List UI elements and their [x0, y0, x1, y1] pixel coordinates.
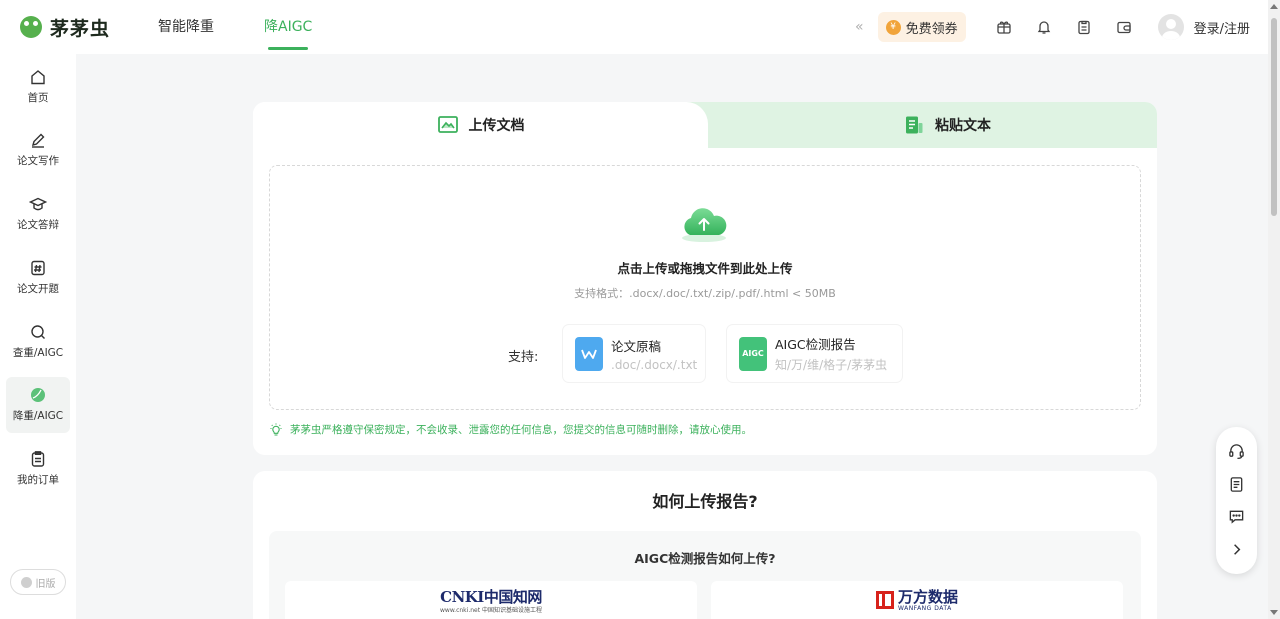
- bug-logo-icon: [20, 16, 42, 38]
- support-card-sources: 知/万/维/格子/茅茅虫: [775, 358, 888, 372]
- support-label: 支持:: [508, 350, 539, 365]
- sidebar-item-label: 论文答辩: [17, 219, 59, 232]
- wallet-icon[interactable]: [1116, 19, 1132, 35]
- wanfang-logo-sub: WANFANG DATA: [897, 604, 952, 612]
- floating-toolbar: [1216, 427, 1257, 574]
- paste-text-icon: [906, 116, 923, 134]
- chat-icon[interactable]: [1228, 508, 1245, 525]
- support-card-name: 论文原稿: [611, 338, 662, 354]
- upload-card: 上传文档 粘贴文本 点击上传或拖拽文件到此处上传 支持格式：.docx/.doc…: [253, 102, 1157, 455]
- login-register-link[interactable]: 登录/注册: [1194, 18, 1250, 37]
- coupon-icon: ¥: [885, 19, 901, 35]
- magnifier-icon: [31, 324, 45, 339]
- avatar[interactable]: [1157, 14, 1184, 40]
- how-to-title: 如何上传报告?: [652, 492, 758, 511]
- lightbulb-icon: [270, 423, 282, 436]
- sidebar-item-defense[interactable]: 论文答辩: [6, 186, 70, 242]
- bell-icon[interactable]: [1036, 19, 1052, 35]
- leaf-icon: [31, 388, 45, 403]
- old-version-button[interactable]: 旧版: [10, 569, 66, 595]
- chevron-right-icon[interactable]: [1228, 541, 1245, 558]
- brand-name: 茅茅虫: [50, 17, 111, 40]
- aigc-report-icon: AIGC: [739, 336, 767, 371]
- sidebar-item-label: 查重/AIGC: [12, 346, 64, 359]
- document-icon[interactable]: [1228, 476, 1245, 493]
- cnki-logo-sub: www.cnki.net 中国知识基础设施工程: [440, 607, 542, 614]
- sidebar-item-orders[interactable]: 我的订单: [6, 441, 70, 497]
- support-card-thesis: 论文原稿 .doc/.docx/.txt: [563, 325, 705, 382]
- double-chevron-left-icon[interactable]: «: [855, 19, 864, 35]
- upload-tabs: 上传文档 粘贴文本: [253, 102, 1157, 148]
- how-to-panel: AIGC检测报告如何上传? CNKI中国知网 www.cnki.net 中国知识…: [269, 531, 1141, 619]
- how-to-subtitle: AIGC检测报告如何上传?: [634, 551, 776, 566]
- sidebar-item-label: 首页: [27, 91, 49, 104]
- wanfang-option[interactable]: 万方数据 WANFANG DATA: [711, 581, 1123, 619]
- tab-paste-label: 粘贴文本: [935, 118, 991, 134]
- scroll-thumb[interactable]: [1271, 18, 1277, 216]
- nav-smart-rewrite[interactable]: 智能降重: [158, 0, 214, 54]
- order-icon: [31, 451, 45, 467]
- tab-paste-text[interactable]: 粘贴文本: [737, 102, 1157, 148]
- home-icon: [31, 69, 45, 84]
- privacy-notice: 茅茅虫严格遵守保密规定，不会收录、泄露您的任何信息，您提交的信息可随时删除，请放…: [269, 422, 752, 437]
- wanfang-mark-icon: [875, 591, 894, 609]
- old-version-icon: [20, 576, 32, 588]
- gift-icon[interactable]: [996, 19, 1012, 35]
- how-to-upload-card: 如何上传报告? AIGC检测报告如何上传? CNKI中国知网 www.cnki.…: [253, 471, 1157, 619]
- main-nav: 智能降重 降AIGC: [158, 0, 362, 54]
- word-doc-icon: [575, 336, 603, 371]
- hash-icon: [31, 260, 45, 276]
- scroll-up-arrow-icon[interactable]: [1270, 4, 1278, 9]
- tab-upload-label: 上传文档: [468, 118, 525, 134]
- support-card-formats: .doc/.docx/.txt: [611, 357, 698, 372]
- graduation-cap-icon: [29, 197, 47, 211]
- sidebar-item-proposal[interactable]: 论文开题: [6, 249, 70, 305]
- wanfang-logo-text: 万方数据: [897, 587, 958, 606]
- sidebar-item-check-aigc[interactable]: 查重/AIGC: [6, 313, 70, 369]
- pen-icon: [31, 133, 45, 148]
- cnki-logo: CNKI中国知网 www.cnki.net 中国知识基础设施工程: [440, 586, 542, 614]
- upload-doc-icon: [437, 116, 458, 133]
- sidebar-item-reduce-aigc[interactable]: 降重/AIGC: [6, 376, 70, 433]
- sidebar-item-label: 降重/AIGC: [12, 410, 64, 423]
- support-card-aigc-report: AIGC AIGC检测报告 知/万/维/格子/茅茅虫: [727, 325, 902, 382]
- sidebar-item-label: 我的订单: [17, 474, 59, 487]
- top-bar: 茅茅虫 智能降重 降AIGC « ¥ 免费领券 登录/注册: [0, 0, 1268, 54]
- file-dropzone[interactable]: 点击上传或拖拽文件到此处上传 支持格式：.docx/.doc/.txt/.zip…: [269, 165, 1141, 410]
- wanfang-logo: 万方数据 WANFANG DATA: [875, 587, 958, 612]
- scroll-down-arrow-icon[interactable]: [1270, 610, 1278, 615]
- nav-reduce-aigc[interactable]: 降AIGC: [264, 0, 312, 54]
- sidebar-item-label: 论文写作: [17, 155, 59, 168]
- privacy-notice-text: 茅茅虫严格遵守保密规定，不会收录、泄露您的任何信息，您提交的信息可随时删除，请放…: [290, 424, 752, 436]
- coupon-label: 免费领券: [905, 21, 958, 37]
- cnki-option[interactable]: CNKI中国知网 www.cnki.net 中国知识基础设施工程: [285, 581, 697, 619]
- dropzone-title: 点击上传或拖拽文件到此处上传: [617, 261, 793, 276]
- cloud-upload-icon: [682, 208, 727, 242]
- tab-upload-document[interactable]: 上传文档: [253, 102, 708, 148]
- top-right-tools: « ¥ 免费领券 登录/注册: [855, 12, 1250, 42]
- headset-icon[interactable]: [1228, 443, 1245, 460]
- cnki-logo-text: CNKI中国知网: [440, 588, 542, 606]
- sidebar-item-label: 论文开题: [17, 282, 59, 295]
- sidebar: 首页 论文写作 论文答辩 论文开题 查重/AIGC 降重/AIGC 我的订单 旧…: [0, 54, 76, 619]
- clipboard-icon[interactable]: [1076, 19, 1092, 35]
- brand-logo[interactable]: 茅茅虫: [20, 14, 140, 41]
- support-card-name: AIGC检测报告: [775, 337, 856, 352]
- free-coupon-button[interactable]: ¥ 免费领券: [877, 12, 966, 42]
- dropzone-formats: 支持格式：.docx/.doc/.txt/.zip/.pdf/.html < 5…: [574, 287, 836, 300]
- sidebar-item-thesis-writing[interactable]: 论文写作: [6, 122, 70, 178]
- page-scrollbar[interactable]: [1268, 0, 1280, 619]
- old-version-label: 旧版: [35, 578, 56, 590]
- sidebar-item-home[interactable]: 首页: [6, 58, 70, 114]
